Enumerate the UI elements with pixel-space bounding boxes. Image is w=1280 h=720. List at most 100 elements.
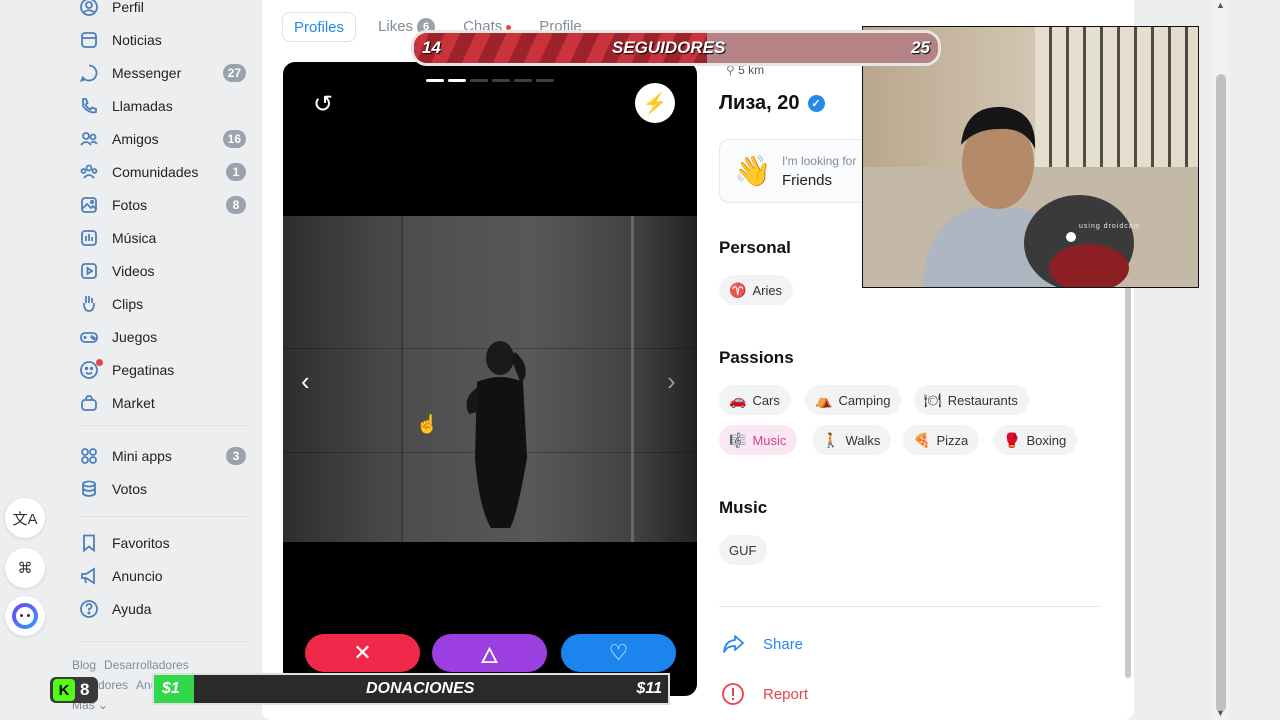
waving-hand-icon: 👋: [734, 155, 772, 188]
kick-count: 8: [80, 680, 90, 699]
sidebar-item-market[interactable]: Market: [78, 389, 248, 417]
dislike-button[interactable]: ✕: [305, 634, 420, 672]
kick-logo-icon: K: [53, 679, 75, 701]
next-photo-button[interactable]: ›: [667, 366, 676, 397]
gamepad-icon: [78, 326, 100, 348]
sidebar-item-label: Anuncio: [112, 568, 163, 584]
lightning-icon: ⚡: [642, 92, 668, 115]
sidebar-item-juegos[interactable]: Juegos: [78, 323, 248, 351]
photo-progress-segment: [514, 79, 532, 82]
communities-icon: [78, 161, 100, 183]
sidebar-item-m-sica[interactable]: Música: [78, 224, 248, 252]
grid-icon: ⌘: [17, 560, 33, 577]
translate-button[interactable]: 文A: [5, 498, 45, 538]
message-icon: [78, 62, 100, 84]
sidebar-item-amigos[interactable]: Amigos 16: [78, 125, 248, 153]
close-icon: ✕: [353, 640, 372, 665]
sidebar-item-label: Amigos: [112, 131, 159, 147]
sidebar-item-videos[interactable]: Videos: [78, 257, 248, 285]
sidebar-item-label: Votos: [112, 481, 148, 497]
sidebar-item-fotos[interactable]: Fotos 8: [78, 191, 248, 219]
footer-blog-link[interactable]: Blog: [72, 658, 96, 672]
sidebar-item-label: Mini apps: [112, 448, 172, 464]
passion-label: Music: [752, 432, 787, 448]
scroll-up-arrow[interactable]: ▲: [1216, 0, 1225, 10]
sidebar-item-pegatinas[interactable]: Pegatinas: [78, 356, 248, 384]
sidebar-item-anuncio[interactable]: Anuncio: [78, 562, 248, 590]
sidebar-item-label: Videos: [112, 263, 155, 279]
passion-label: Pizza: [936, 432, 969, 448]
user-circle-icon: [78, 0, 100, 18]
services-button[interactable]: ⌘: [5, 548, 45, 588]
profile-name-text: Лиза, 20: [719, 92, 800, 114]
sidebar-item-llamadas[interactable]: Llamadas: [78, 92, 248, 120]
page-scrollbar[interactable]: ▲ ▼: [1212, 0, 1230, 720]
sidebar-item-label: Fotos: [112, 197, 148, 213]
chevron-left-icon: ‹: [301, 366, 310, 396]
sidebar-item-clips[interactable]: Clips: [78, 290, 248, 318]
news-icon: [78, 29, 100, 51]
photo-progress: [426, 79, 554, 82]
zodiac-label: Aries: [752, 282, 783, 298]
coins-icon: [78, 478, 100, 500]
photo-progress-segment: [492, 79, 510, 82]
passion-chip-walks: 🚶 Walks: [812, 425, 892, 455]
report-label: Report: [763, 685, 809, 703]
chats-unread-dot: [506, 24, 512, 30]
sidebar-item-label: Ayuda: [112, 601, 152, 617]
music-artist-chip: GUF: [719, 535, 768, 565]
pizza-icon: 🍕: [913, 431, 931, 448]
cars-icon: 🚗: [729, 391, 747, 408]
superlike-button[interactable]: 🜂: [432, 634, 547, 672]
sidebar-item-noticias[interactable]: Noticias: [78, 26, 248, 54]
page-scroll-thumb[interactable]: [1216, 74, 1226, 712]
profile-photo-card[interactable]: ↺ ⚡ ‹ › ✕ 🜂 ♡: [283, 62, 697, 696]
passion-label: Restaurants: [947, 392, 1018, 408]
share-button[interactable]: Share: [719, 634, 803, 654]
count-badge: 27: [222, 64, 246, 82]
music-artist-label: GUF: [729, 542, 757, 558]
passion-label: Camping: [838, 392, 891, 408]
followers-goal: 25: [911, 38, 930, 57]
sidebar-divider: [78, 641, 248, 642]
footer-developers-link[interactable]: Desarrolladores: [104, 658, 189, 672]
divider: [719, 606, 1101, 607]
sidebar-item-comunidades[interactable]: Comunidades 1: [78, 158, 248, 186]
zodiac-chip: ♈ Aries: [719, 275, 794, 305]
passions-heading: Passions: [719, 348, 794, 367]
scroll-down-arrow[interactable]: ▼: [1216, 708, 1225, 718]
sidebar-item-ayuda[interactable]: Ayuda: [78, 595, 248, 623]
megaphone-icon: [78, 565, 100, 587]
sidebar-item-favoritos[interactable]: Favoritos: [78, 529, 248, 557]
tab-profiles[interactable]: Profiles: [282, 12, 357, 42]
passion-chip-restaurants: 🍽 Restaurants: [914, 385, 1029, 415]
restaurants-icon: 🍽: [924, 391, 942, 408]
undo-button[interactable]: ↺: [303, 84, 343, 124]
sidebar-item-label: Pegatinas: [112, 362, 175, 378]
photo-progress-segment: [470, 79, 488, 82]
flame-icon: 🜂: [479, 643, 500, 668]
share-label: Share: [763, 635, 804, 653]
help-icon: [78, 598, 100, 620]
sidebar-item-label: Clips: [112, 296, 144, 312]
assistant-button[interactable]: [5, 596, 45, 636]
boost-button[interactable]: ⚡: [635, 83, 675, 123]
chevron-right-icon: ›: [667, 366, 676, 396]
music-heading: Music: [719, 498, 768, 517]
photo-progress-segment: [426, 79, 444, 82]
followers-goal-bar: 14 SEGUIDORES 25: [411, 30, 941, 66]
personal-heading: Personal: [719, 238, 791, 257]
like-button[interactable]: ♡: [561, 634, 676, 672]
sidebar-divider: [78, 516, 248, 517]
prev-photo-button[interactable]: ‹: [301, 366, 310, 397]
looking-for-label: I'm looking for: [782, 154, 857, 168]
report-button[interactable]: Report: [719, 682, 808, 706]
share-icon: [719, 634, 747, 654]
sidebar-item-perfil[interactable]: Perfil: [78, 0, 248, 21]
donations-goal: $11: [636, 680, 662, 697]
followers-label: SEGUIDORES: [612, 38, 726, 57]
sidebar-item-messenger[interactable]: Messenger 27: [78, 59, 248, 87]
sidebar-item-votos[interactable]: Votos: [78, 475, 248, 503]
sidebar-item-mini-apps[interactable]: Mini apps 3: [78, 442, 248, 470]
followers-goal-remaining: [707, 33, 938, 63]
